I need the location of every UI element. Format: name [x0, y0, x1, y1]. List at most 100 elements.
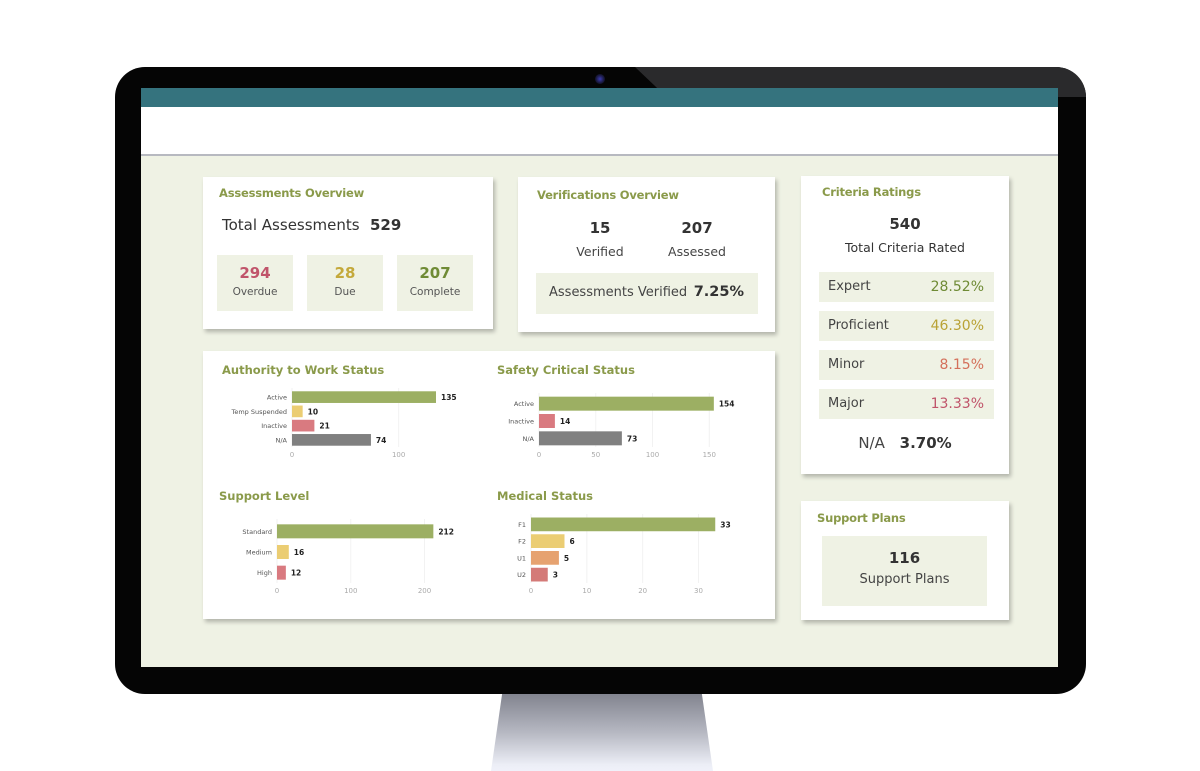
chart-title: Safety Critical Status — [497, 363, 635, 377]
value-label: 74 — [376, 436, 386, 445]
assessments-verified-label: Assessments Verified — [549, 285, 688, 300]
x-tick-label: 0 — [275, 587, 279, 595]
support-plans-label: Support Plans — [859, 572, 950, 587]
bar — [531, 534, 565, 548]
total-assessments-value: 529 — [370, 216, 402, 234]
category-label: Temp Suspended — [230, 408, 287, 416]
bar — [531, 517, 716, 532]
x-tick-label: 0 — [529, 587, 533, 595]
criteria-na: N/A 3.70% — [801, 434, 1009, 452]
due-tile[interactable]: 28 Due — [307, 255, 383, 311]
bar — [539, 431, 622, 446]
assessed-value: 207 — [681, 219, 713, 237]
complete-tile[interactable]: 207 Complete — [397, 255, 473, 311]
category-label: N/A — [523, 435, 535, 443]
x-tick-label: 10 — [582, 587, 591, 595]
criteria-row-proficient[interactable]: Proficient 46.30% — [819, 311, 994, 341]
value-label: 10 — [308, 407, 318, 416]
x-tick-label: 50 — [591, 451, 600, 459]
criteria-row-major[interactable]: Major 13.33% — [819, 389, 994, 419]
assessed-label: Assessed — [668, 244, 726, 259]
value-label: 5 — [564, 554, 569, 563]
criteria-total-label: Total Criteria Rated — [845, 240, 965, 255]
category-label: U2 — [517, 571, 526, 579]
bar — [277, 545, 289, 559]
value-label: 21 — [319, 422, 329, 431]
value-label: 212 — [438, 527, 454, 536]
overdue-tile[interactable]: 294 Overdue — [217, 255, 293, 311]
webcam-icon — [595, 74, 605, 84]
x-tick-label: 150 — [703, 451, 716, 459]
chart-title: Medical Status — [497, 489, 594, 503]
complete-value: 207 — [419, 264, 451, 282]
verified-value: 15 — [589, 219, 611, 237]
category-label: N/A — [276, 436, 288, 444]
x-tick-label: 30 — [694, 587, 703, 595]
x-tick-label: 0 — [537, 451, 541, 459]
support-plans-box[interactable]: 116 Support Plans — [822, 536, 987, 606]
verifications-overview-card: Verifications Overview 15 Verified 207 A… — [518, 177, 775, 332]
category-label: F2 — [518, 538, 526, 546]
authority-to-work-chart: Authority to Work Status 0 100 Active 135 Te… — [222, 363, 482, 473]
criteria-row-value: 46.30% — [930, 318, 984, 334]
assessments-verified-value: 7.25% — [693, 284, 744, 300]
category-label: Active — [267, 394, 287, 402]
criteria-row-label: Expert — [828, 279, 871, 294]
verified-label: Verified — [576, 244, 624, 259]
medical-status-chart: Medical Status 0 10 20 30 F1 33 F2 6 U1 5 U2 3 — [497, 489, 762, 609]
card-title: Verifications Overview — [537, 188, 679, 202]
x-tick-label: 100 — [646, 451, 659, 459]
criteria-row-value: 8.15% — [939, 357, 984, 373]
chart-title: Support Level — [219, 489, 310, 503]
criteria-row-minor[interactable]: Minor 8.15% — [819, 350, 994, 380]
chart-svg: 0 10 20 30 F1 33 F2 6 U1 5 U2 3 — [517, 514, 731, 595]
bar — [292, 391, 436, 403]
total-assessments-label: Total Assessments — [222, 216, 360, 234]
due-label: Due — [334, 286, 356, 298]
bar — [292, 405, 303, 418]
overdue-value: 294 — [239, 264, 271, 282]
safety-critical-chart: Safety Critical Status 0 50 100 150 Active 15… — [497, 363, 762, 473]
category-label: Medium — [246, 549, 272, 557]
bar — [531, 551, 559, 565]
value-label: 73 — [627, 434, 637, 443]
criteria-na-label: N/A — [858, 434, 885, 452]
chart-svg: 0 100 Active 135 Temp Suspended 10 Inactive 21 N… — [230, 388, 457, 459]
criteria-row-value: 28.52% — [930, 279, 984, 295]
category-label: Inactive — [261, 422, 287, 430]
bar — [292, 419, 315, 432]
value-label: 135 — [441, 393, 457, 402]
value-label: 3 — [553, 571, 558, 580]
monitor-stand — [491, 694, 713, 771]
support-plans-value: 116 — [888, 549, 921, 567]
value-label: 154 — [719, 400, 735, 409]
app-header — [141, 107, 1058, 156]
x-tick-label: 0 — [290, 451, 294, 459]
complete-label: Complete — [409, 286, 461, 298]
x-tick-label: 200 — [418, 587, 431, 595]
criteria-na-value: 3.70% — [899, 434, 952, 452]
chart-title: Authority to Work Status — [222, 363, 385, 377]
value-label: 16 — [294, 548, 304, 557]
criteria-row-label: Proficient — [828, 318, 889, 333]
overdue-label: Overdue — [232, 286, 278, 298]
bar — [539, 414, 555, 428]
category-label: High — [257, 569, 272, 577]
card-title: Support Plans — [817, 511, 906, 525]
bar — [539, 396, 714, 411]
category-label: F1 — [518, 521, 526, 529]
x-tick-label: 100 — [344, 587, 357, 595]
criteria-row-expert[interactable]: Expert 28.52% — [819, 272, 994, 302]
bar — [277, 565, 286, 580]
app-top-bar — [141, 88, 1058, 107]
category-label: U1 — [517, 554, 526, 562]
value-label: 6 — [570, 537, 575, 546]
value-label: 33 — [720, 520, 730, 529]
support-level-chart: Support Level 0 100 200 Standard 212 Medium 16… — [219, 489, 484, 609]
card-title: Assessments Overview — [219, 186, 365, 200]
bar — [531, 567, 548, 582]
assessments-overview-card: Assessments Overview Total Assessments 5… — [203, 177, 493, 329]
card-title: Criteria Ratings — [822, 185, 921, 199]
value-label: 14 — [560, 417, 570, 426]
category-label: Active — [514, 400, 534, 408]
